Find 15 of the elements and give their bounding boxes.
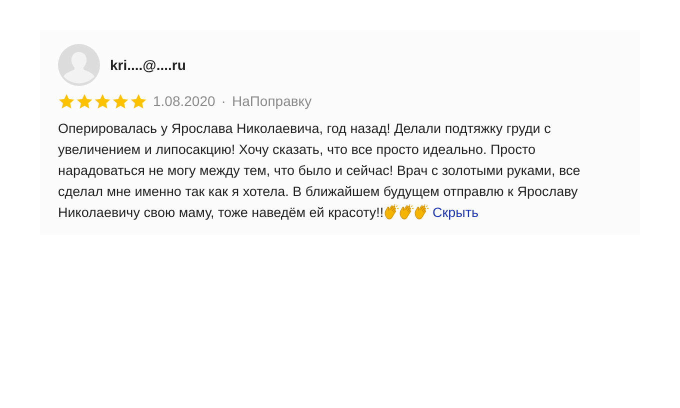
author-name: kri....@....ru — [110, 56, 186, 74]
clapping-hands-icon — [398, 204, 414, 220]
star-icon — [130, 93, 147, 110]
hide-link[interactable]: Скрыть — [432, 205, 479, 220]
avatar-icon — [58, 44, 100, 86]
separator: · — [221, 92, 226, 111]
star-icon — [112, 93, 129, 110]
star-icon — [76, 93, 93, 110]
review-date: 1.08.2020 — [153, 92, 216, 111]
clapping-hands-icon — [414, 204, 429, 220]
star-icon — [94, 93, 111, 110]
review-text: Оперировалась у Ярослава Николаевича, год назад! Делали подтяжку груди с увеличением и липосакцию! Хочу сказать, что все просто идеально. Просто нарадоваться не могу между тем, что было и сейчас! Врач с золотыми руками, все сделал мне именно так как я хотела. В ближайшем будущем отправлю к Ярославу Николаевичу свою маму, тоже наведём ей красоту!! Скрыть — [58, 120, 582, 222]
review-source: НаПоправку — [232, 92, 312, 111]
clapping-hands-icon — [384, 204, 399, 220]
star-icon — [58, 93, 75, 110]
